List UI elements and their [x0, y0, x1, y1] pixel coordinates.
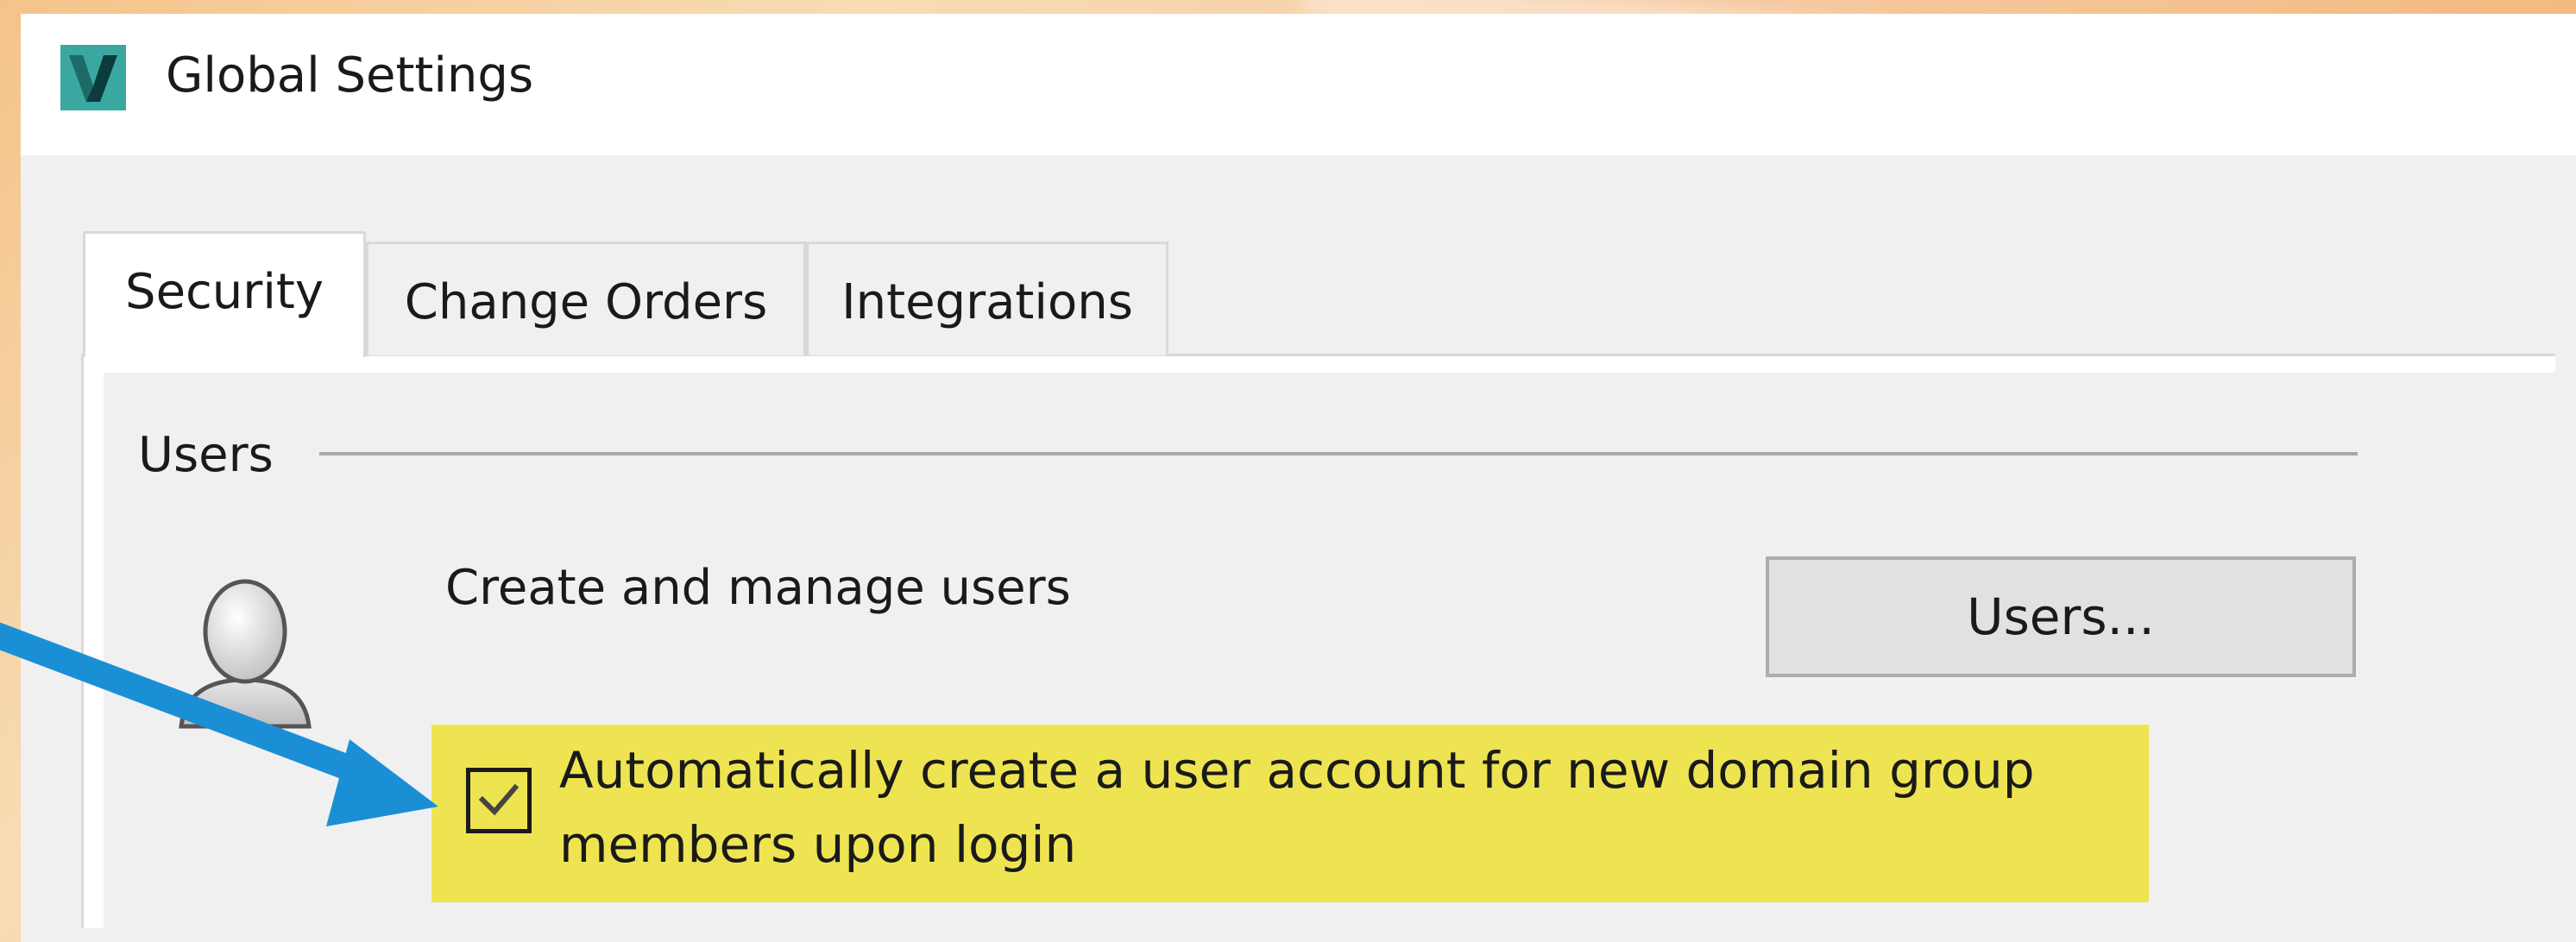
- users-group-label: Users: [138, 427, 274, 483]
- auto-create-users-label: Automatically create a user account for …: [559, 741, 2035, 874]
- users-description: Create and manage users: [445, 560, 1071, 616]
- tab-change-orders[interactable]: Change Orders: [366, 242, 806, 355]
- tab-label: Integrations: [841, 274, 1133, 330]
- user-icon: [179, 579, 312, 729]
- window-title: Global Settings: [166, 47, 534, 104]
- tab-label: Change Orders: [404, 274, 768, 330]
- tab-integrations[interactable]: Integrations: [806, 242, 1168, 355]
- app-v-icon: [60, 45, 126, 110]
- group-divider: [319, 452, 2358, 455]
- users-button[interactable]: Users...: [1766, 556, 2356, 677]
- checkmark-icon: [478, 783, 520, 816]
- tab-label: Security: [125, 264, 324, 320]
- auto-create-users-checkbox[interactable]: [466, 768, 532, 833]
- tab-security[interactable]: Security: [83, 231, 366, 357]
- title-bar: Global Settings: [21, 14, 2576, 155]
